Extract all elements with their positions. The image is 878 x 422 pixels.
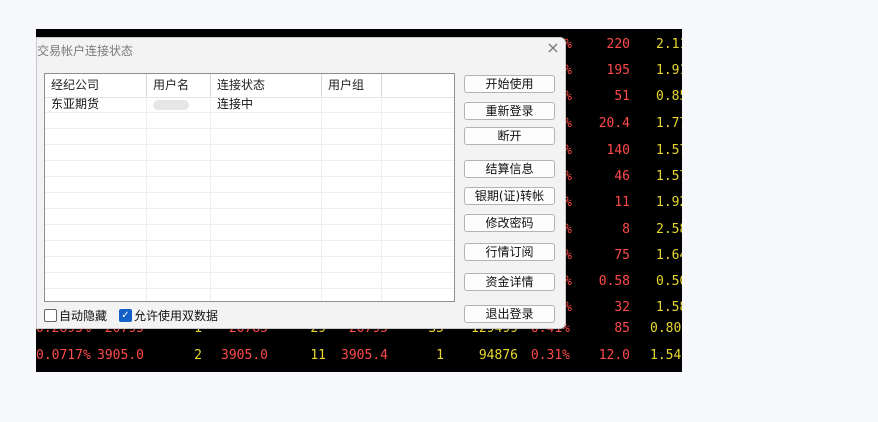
list-row-empty (45, 273, 454, 289)
account-row[interactable]: 东亚期货 连接中 (45, 97, 454, 113)
account-list-header: 经纪公司 用户名 连接状态 用户组 (45, 74, 454, 98)
list-row-empty (45, 113, 454, 129)
dual-data-label: 允许使用双数据 (134, 309, 219, 323)
quote-value-b: 1.64 (656, 248, 682, 263)
list-row-empty (45, 209, 454, 225)
settlement-button[interactable]: 结算信息 (464, 160, 555, 178)
quote-value-b: 1.57 (656, 169, 682, 184)
account-connection-dialog: 交易帐户连接状态 × 经纪公司 用户名 连接状态 用户组 东亚期货 连接中 开始… (36, 37, 566, 329)
list-row-empty (45, 177, 454, 193)
account-username-redacted (147, 97, 211, 113)
quote-row: 0.0717% 3905.0 2 3905.0 11 3905.4 1 9487… (36, 348, 682, 372)
quote-value-a: 220 (606, 37, 630, 52)
quote-value-a: 8 (622, 222, 630, 237)
list-row-empty (45, 193, 454, 209)
quote-value-b: 1.92 (656, 195, 682, 210)
quote-value-a: 11 (614, 195, 630, 210)
quote-value-b: 0.80 (650, 321, 682, 336)
dual-data-checkbox[interactable]: ✓ 允许使用双数据 (119, 308, 229, 324)
list-row-empty (45, 129, 454, 145)
quote-ask-vol: 11 (310, 348, 326, 363)
quote-value-b: 1.54 (650, 348, 682, 363)
column-header-status[interactable]: 连接状态 (211, 74, 322, 97)
quote-value-a: 75 (614, 248, 630, 263)
quote-bid: 3905.0 (97, 348, 144, 363)
list-row-empty (45, 241, 454, 257)
checkmark-icon[interactable]: ✓ (119, 309, 132, 322)
quote-value-a: 140 (606, 143, 630, 158)
account-status: 连接中 (217, 97, 254, 111)
quote-value-a: 195 (606, 63, 630, 78)
list-row-empty (45, 289, 454, 301)
column-header-empty (382, 74, 454, 97)
column-header-username[interactable]: 用户名 (147, 74, 211, 97)
account-group (322, 97, 382, 113)
quote-value-b: 1.91 (656, 63, 682, 78)
column-header-broker[interactable]: 经纪公司 (45, 74, 147, 97)
quote-value-b: 1.77 (656, 116, 682, 131)
quote-value-a: 46 (614, 169, 630, 184)
bank-transfer-button[interactable]: 银期(证)转帐 (464, 187, 555, 205)
quote-value-a: 12.0 (598, 348, 630, 363)
quote-ask: 3905.0 (221, 348, 268, 363)
quote-last: 3905.4 (341, 348, 388, 363)
list-row-empty (45, 161, 454, 177)
quote-value-a: 0.58 (598, 274, 630, 289)
disconnect-button[interactable]: 断开 (464, 127, 555, 145)
fund-detail-button[interactable]: 资金详情 (464, 273, 555, 291)
auto-hide-checkbox[interactable]: 自动隐藏 (44, 308, 114, 324)
quote-value-a: 32 (614, 300, 630, 315)
account-broker: 东亚期货 (51, 97, 100, 111)
quote-pct: 0.31% (530, 348, 570, 363)
start-button[interactable]: 开始使用 (464, 75, 555, 93)
market-subscribe-button[interactable]: 行情订阅 (464, 243, 555, 261)
quote-volume: 1 (436, 348, 444, 363)
quote-value-a: 85 (614, 321, 630, 336)
change-password-button[interactable]: 修改密码 (464, 214, 555, 232)
relogin-button[interactable]: 重新登录 (464, 102, 555, 120)
account-list[interactable]: 经纪公司 用户名 连接状态 用户组 东亚期货 连接中 (44, 73, 455, 302)
auto-hide-checkbox-box[interactable] (44, 309, 57, 322)
list-row-empty (45, 145, 454, 161)
quote-value-b: 2.58 (656, 222, 682, 237)
quote-value-b: 1.57 (656, 143, 682, 158)
quote-open-interest: 94876 (478, 348, 518, 363)
quote-value-b: 1.58 (656, 300, 682, 315)
close-icon[interactable]: × (545, 40, 561, 56)
logout-button[interactable]: 退出登录 (464, 305, 555, 323)
quote-value-a: 51 (614, 89, 630, 104)
quote-bid-vol: 2 (194, 348, 202, 363)
column-header-group[interactable]: 用户组 (322, 74, 382, 97)
quote-value-a: 20.4 (598, 116, 630, 131)
quote-value-b: 0.50 (656, 274, 682, 289)
quote-change-pct: 0.0717% (36, 348, 91, 363)
auto-hide-label: 自动隐藏 (59, 309, 108, 323)
list-row-empty (45, 257, 454, 273)
list-row-empty (45, 225, 454, 241)
quote-value-b: 0.85 (656, 89, 682, 104)
dialog-title: 交易帐户连接状态 (37, 44, 134, 58)
quote-value-b: 2.11 (656, 37, 682, 52)
